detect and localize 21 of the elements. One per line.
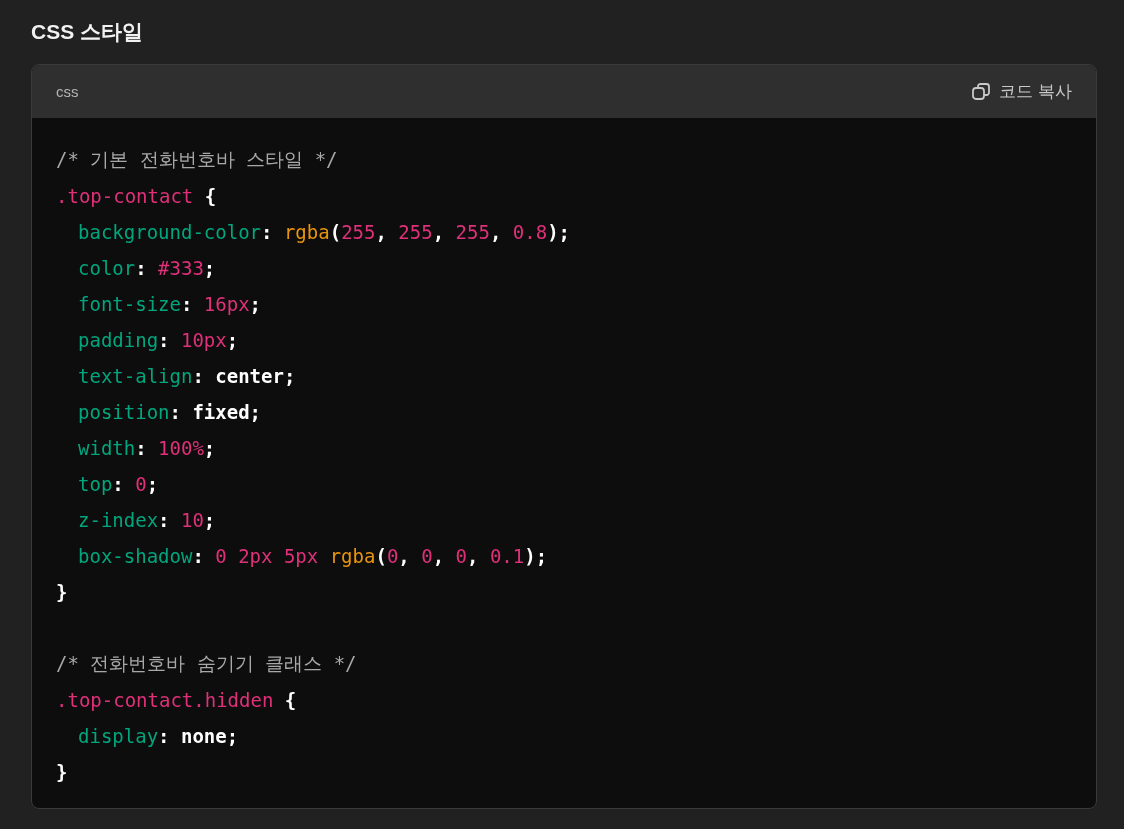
- code-line: box-shadow: 0 2px 5px rgba(0, 0, 0, 0.1);: [77, 545, 548, 567]
- code-line: background-color: rgba(255, 255, 255, 0.8);: [77, 221, 570, 243]
- language-label: css: [56, 83, 79, 100]
- code-line: /* 전화번호바 숨기기 클래스 */: [56, 651, 357, 676]
- code-line: text-align: center;: [77, 365, 296, 387]
- code-line: font-size: 16px;: [77, 293, 262, 315]
- copy-icon: [971, 81, 992, 102]
- code-line: top: 0;: [77, 473, 159, 495]
- code-line: }: [56, 761, 68, 783]
- copy-code-button[interactable]: 코드 복사: [971, 80, 1072, 103]
- section-heading: CSS 스타일: [31, 19, 144, 45]
- code-line: .top-contact.hidden {: [56, 689, 297, 711]
- code-line: }: [56, 581, 68, 603]
- code-line: position: fixed;: [77, 401, 262, 423]
- code-line: color: #333;: [77, 257, 216, 279]
- code-line: display: none;: [77, 725, 239, 747]
- code-line: width: 100%;: [77, 437, 216, 459]
- code-line: .top-contact {: [56, 185, 217, 207]
- code-line: z-index: 10;: [77, 509, 216, 531]
- code-line: padding: 10px;: [77, 329, 239, 351]
- code-line: /* 기본 전화번호바 스타일 */: [56, 147, 338, 172]
